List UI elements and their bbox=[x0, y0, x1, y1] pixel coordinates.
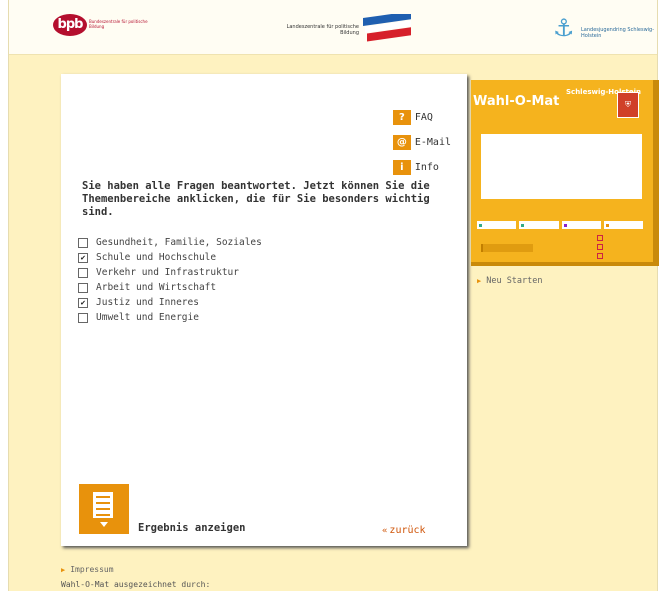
topic-label: Arbeit und Wirtschaft bbox=[96, 282, 217, 293]
topic-label: Justiz und Inneres bbox=[96, 297, 199, 308]
topic-item[interactable]: Gesundheit, Familie, Soziales bbox=[78, 235, 262, 250]
mail-icon: @ bbox=[392, 134, 411, 150]
checkbox[interactable]: ✔ bbox=[78, 297, 88, 308]
arrow-right-icon: ▶ bbox=[61, 566, 66, 574]
checkbox[interactable]: ✔ bbox=[78, 252, 88, 263]
wahl-o-mat-widget: Wahl-O-Mat Schleswig-Holstein ⛨ bbox=[471, 80, 659, 266]
double-arrow-left-icon: « bbox=[382, 526, 388, 536]
email-link[interactable]: @ E-Mail bbox=[392, 131, 451, 153]
bpb-logo: bpb Bundeszentrale für politische Bildun… bbox=[53, 14, 148, 36]
checkbox[interactable] bbox=[78, 312, 88, 323]
lz-logo-text: Landeszentrale für politische Bildung bbox=[286, 24, 359, 36]
topic-list: Gesundheit, Familie, Soziales ✔ Schule un… bbox=[78, 235, 262, 325]
checkbox[interactable] bbox=[78, 237, 88, 248]
arrow-right-icon: ▶ bbox=[477, 277, 482, 285]
question-icon: ? bbox=[392, 109, 411, 125]
widget-mini-menu bbox=[597, 235, 606, 262]
arrow-down-icon bbox=[100, 522, 108, 527]
ljr-logo-text: Landesjugendring Schleswig-Holstein bbox=[581, 27, 655, 39]
result-document-icon[interactable] bbox=[79, 484, 129, 534]
topic-item[interactable]: ✔ Justiz und Inneres bbox=[78, 295, 262, 310]
topic-label: Gesundheit, Familie, Soziales bbox=[96, 237, 262, 248]
topic-item[interactable]: ✔ Schule und Hochschule bbox=[78, 250, 262, 265]
document-icon bbox=[93, 492, 113, 518]
show-result-link[interactable]: Ergebnis anzeigen bbox=[138, 522, 245, 534]
sh-flag-logo bbox=[363, 14, 411, 42]
topic-item[interactable]: Umwelt und Energie bbox=[78, 310, 262, 325]
checkbox[interactable] bbox=[78, 267, 88, 278]
widget-buttons bbox=[477, 221, 643, 229]
widget-title: Wahl-O-Mat bbox=[473, 94, 560, 109]
info-label: Info bbox=[414, 161, 439, 173]
impressum-link[interactable]: ▶ Impressum bbox=[61, 565, 114, 574]
restart-link[interactable]: ▶ Neu Starten bbox=[477, 276, 543, 286]
back-link[interactable]: «zurück bbox=[382, 525, 426, 536]
topic-label: Schule und Hochschule bbox=[96, 252, 217, 263]
widget-bar bbox=[481, 244, 533, 252]
main-panel: ? FAQ @ E-Mail i Info Sie haben alle Fra… bbox=[61, 74, 467, 546]
faq-link[interactable]: ? FAQ bbox=[392, 106, 451, 128]
faq-label: FAQ bbox=[414, 111, 433, 123]
topic-item[interactable]: Arbeit und Wirtschaft bbox=[78, 280, 262, 295]
top-menu: ? FAQ @ E-Mail i Info bbox=[392, 106, 451, 181]
page-frame: bpb Bundeszentrale für politische Bildun… bbox=[8, 0, 659, 591]
widget-preview-box bbox=[481, 134, 642, 199]
back-label: zurück bbox=[389, 525, 426, 536]
topic-label: Verkehr und Infrastruktur bbox=[96, 267, 239, 278]
ljr-logo-icon: ⚓ bbox=[553, 14, 575, 42]
award-text: Wahl-O-Mat ausgezeichnet durch: bbox=[61, 580, 211, 589]
info-icon: i bbox=[392, 159, 411, 175]
topic-label: Umwelt und Energie bbox=[96, 312, 199, 323]
topic-item[interactable]: Verkehr und Infrastruktur bbox=[78, 265, 262, 280]
impressum-label: Impressum bbox=[70, 565, 114, 574]
crest-icon: ⛨ bbox=[617, 92, 639, 118]
info-link[interactable]: i Info bbox=[392, 156, 451, 178]
restart-label: Neu Starten bbox=[486, 276, 543, 286]
checkbox[interactable] bbox=[78, 282, 88, 293]
instruction-text: Sie haben alle Fragen beantwortet. Jetzt… bbox=[82, 180, 430, 218]
email-label: E-Mail bbox=[414, 136, 451, 148]
header: bpb Bundeszentrale für politische Bildun… bbox=[9, 0, 657, 55]
